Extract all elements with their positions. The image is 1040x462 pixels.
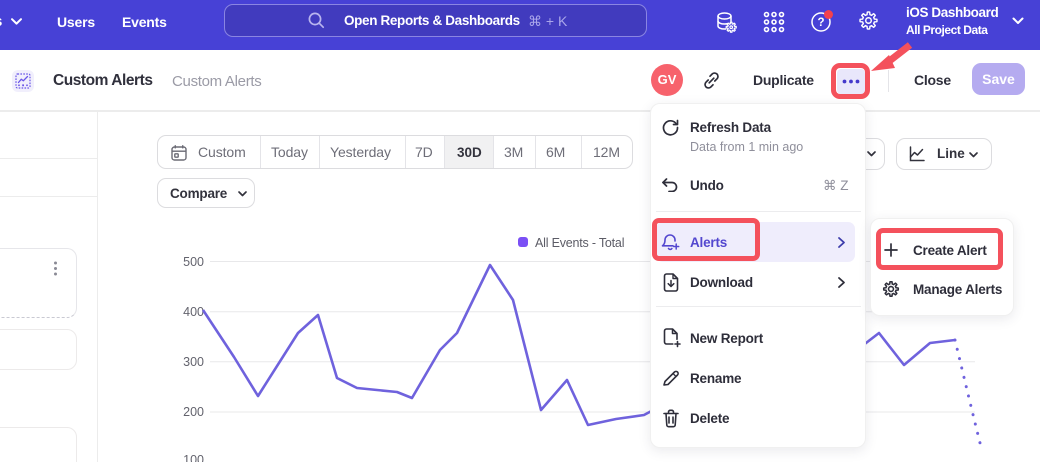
svg-text:300: 300 (183, 355, 204, 369)
svg-text:100: 100 (183, 453, 204, 462)
svg-text:500: 500 (183, 255, 204, 269)
svg-text:200: 200 (183, 405, 204, 419)
svg-text:?: ? (817, 17, 824, 29)
svg-text:400: 400 (183, 305, 204, 319)
